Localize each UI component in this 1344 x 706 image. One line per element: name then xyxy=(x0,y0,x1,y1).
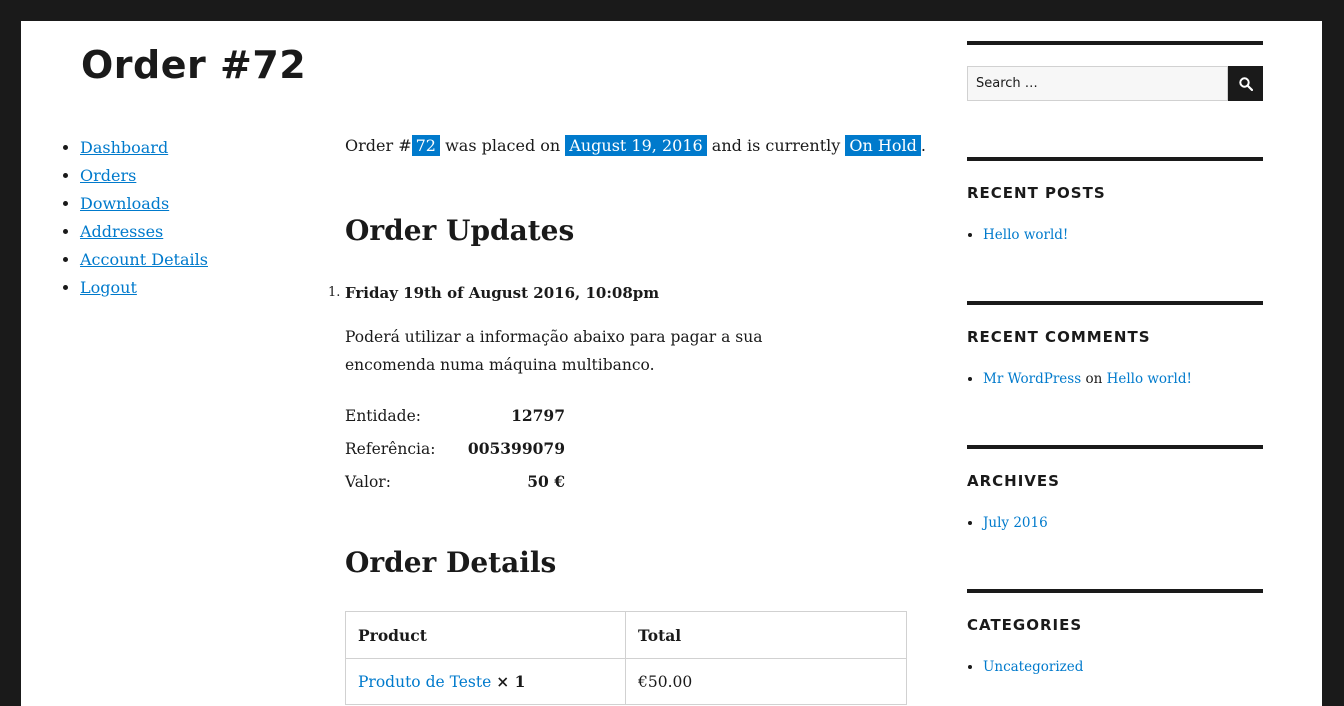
nav-link-account-details[interactable]: Account Details xyxy=(80,250,208,269)
payment-label: Entidade: xyxy=(345,406,421,425)
search-form xyxy=(967,66,1263,101)
payment-row: Entidade: 12797 xyxy=(345,399,565,432)
search-icon xyxy=(1238,76,1253,91)
nav-item-dashboard: Dashboard xyxy=(80,134,208,162)
payment-label: Valor: xyxy=(345,472,391,491)
update-number: 1. xyxy=(328,285,341,300)
table-header-row: Product Total xyxy=(345,611,907,659)
payment-row: Valor: 50 € xyxy=(345,465,565,498)
archives-list: July 2016 xyxy=(967,513,1263,533)
recent-comments-widget: RECENT COMMENTS Mr WordPress on Hello wo… xyxy=(967,301,1263,389)
category-link[interactable]: Uncategorized xyxy=(983,659,1083,675)
order-details-table: Product Total Produto de Teste × 1 €50.0… xyxy=(345,611,907,705)
comment-author-link[interactable]: Mr WordPress xyxy=(983,371,1081,387)
widget-title: RECENT COMMENTS xyxy=(967,328,1151,346)
product-quantity: × 1 xyxy=(496,672,526,691)
search-widget xyxy=(967,41,1263,101)
nav-link-logout[interactable]: Logout xyxy=(80,278,137,297)
nav-link-orders[interactable]: Orders xyxy=(80,166,136,185)
comment-post-link[interactable]: Hello world! xyxy=(1107,371,1192,387)
multibanco-payment-table: Entidade: 12797 Referência: 005399079 Va… xyxy=(345,399,565,498)
nav-item-logout: Logout xyxy=(80,274,208,302)
payment-label: Referência: xyxy=(345,439,436,458)
order-intro-suffix: . xyxy=(920,136,926,155)
nav-item-orders: Orders xyxy=(80,162,208,190)
widget-title: CATEGORIES xyxy=(967,616,1083,634)
comment-on-text: on xyxy=(1085,371,1103,387)
order-intro-status-prefix: and is currently xyxy=(711,136,841,155)
widget-title: RECENT POSTS xyxy=(967,184,1106,202)
post-link[interactable]: Hello world! xyxy=(983,227,1068,243)
column-header-total: Total xyxy=(625,611,907,659)
payment-value: 005399079 xyxy=(467,439,565,458)
widget-title: ARCHIVES xyxy=(967,472,1060,490)
list-item: Hello world! xyxy=(983,225,1263,245)
archives-widget: ARCHIVES July 2016 xyxy=(967,445,1263,533)
order-summary: Order #72 was placed on August 19, 2016 … xyxy=(345,132,926,160)
nav-item-addresses: Addresses xyxy=(80,218,208,246)
archive-link[interactable]: July 2016 xyxy=(983,515,1048,531)
order-updates-heading: Order Updates xyxy=(345,214,575,247)
search-button[interactable] xyxy=(1228,66,1263,101)
list-item: Mr WordPress on Hello world! xyxy=(983,369,1263,389)
nav-link-downloads[interactable]: Downloads xyxy=(80,194,169,213)
payment-value: 12797 xyxy=(511,406,565,425)
product-link[interactable]: Produto de Teste xyxy=(358,673,491,691)
order-intro-prefix: Order # xyxy=(345,136,412,155)
order-date: August 19, 2016 xyxy=(565,135,707,156)
recent-comments-list: Mr WordPress on Hello world! xyxy=(967,369,1263,389)
update-text: Poderá utilizar a informação abaixo para… xyxy=(345,328,763,374)
order-update-item: 1. Friday 19th of August 2016, 10:08pm P… xyxy=(328,281,825,491)
categories-list: Uncategorized xyxy=(967,657,1263,677)
nav-link-dashboard[interactable]: Dashboard xyxy=(80,138,168,157)
column-header-product: Product xyxy=(345,611,626,659)
table-row: Produto de Teste × 1 €50.00 xyxy=(345,658,907,705)
total-cell: €50.00 xyxy=(625,658,907,705)
recent-posts-widget: RECENT POSTS Hello world! xyxy=(967,157,1263,245)
order-intro-mid: was placed on xyxy=(445,136,561,155)
update-date: Friday 19th of August 2016, 10:08pm xyxy=(345,284,660,302)
product-cell: Produto de Teste × 1 xyxy=(345,658,626,705)
account-navigation: Dashboard Orders Downloads Addresses Acc… xyxy=(80,134,208,302)
nav-item-downloads: Downloads xyxy=(80,190,208,218)
page-title: Order #72 xyxy=(81,43,307,87)
nav-item-account-details: Account Details xyxy=(80,246,208,274)
order-details-heading: Order Details xyxy=(345,546,557,579)
recent-posts-list: Hello world! xyxy=(967,225,1263,245)
search-input[interactable] xyxy=(967,66,1228,101)
site-container: Order #72 Dashboard Orders Downloads Add… xyxy=(21,21,1322,706)
categories-widget: CATEGORIES Uncategorized xyxy=(967,589,1263,677)
nav-link-addresses[interactable]: Addresses xyxy=(80,222,163,241)
order-number: 72 xyxy=(411,135,440,156)
list-item: July 2016 xyxy=(983,513,1263,533)
payment-row: Referência: 005399079 xyxy=(345,432,565,465)
payment-value: 50 € xyxy=(527,472,565,491)
order-status: On Hold xyxy=(845,135,921,156)
list-item: Uncategorized xyxy=(983,657,1263,677)
